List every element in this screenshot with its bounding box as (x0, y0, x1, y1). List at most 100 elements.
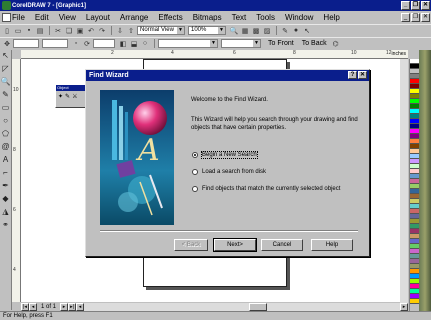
scroll-left-button[interactable]: ◂ (76, 303, 85, 311)
script-icon[interactable]: ✎ (280, 26, 290, 35)
print-icon[interactable]: ▤ (35, 26, 45, 35)
scroll-right-button[interactable]: ▸ (400, 303, 408, 311)
position-x-field[interactable] (13, 39, 39, 48)
blend-tool-icon[interactable]: ⚭ (0, 219, 11, 230)
lock-ratio-icon[interactable]: ▫ (71, 39, 81, 48)
help-button[interactable]: Help (311, 239, 353, 251)
vertical-scrollbar[interactable] (400, 59, 408, 303)
eyedropper-tool-icon[interactable]: ⌐ (0, 167, 11, 178)
floating-toolbar[interactable]: Object ✦ ✎ ⚔ (55, 84, 86, 108)
mirror-v-icon[interactable]: ⬓ (129, 39, 139, 48)
outline-width-select[interactable]: ▼ (158, 39, 218, 48)
shape-tool-icon[interactable]: ◸ (0, 63, 11, 74)
mirror-h-icon[interactable]: ◧ (118, 39, 128, 48)
size-field[interactable] (42, 39, 68, 48)
menu-help[interactable]: Help (323, 13, 339, 22)
spiral-tool-icon[interactable]: @ (0, 141, 11, 152)
radio-new-search[interactable] (192, 152, 198, 158)
back-button[interactable]: < Back (174, 239, 208, 251)
export-icon[interactable]: ⇧ (126, 26, 136, 35)
option-new-search[interactable]: Begin a New Search (192, 151, 258, 159)
zoom-select[interactable]: 100% ▼ (188, 26, 226, 35)
doc-close-button[interactable]: ✕ (421, 13, 430, 22)
option-match-selected[interactable]: Find objects that match the currently se… (192, 186, 340, 192)
close-button[interactable]: ✕ (421, 1, 430, 10)
view-mode-select[interactable]: Normal View ▼ (137, 26, 185, 35)
pick-tool-icon[interactable]: ↖ (0, 50, 11, 61)
polygon-tool-icon[interactable]: ⬠ (0, 128, 11, 139)
undo-icon[interactable]: ↶ (86, 26, 96, 35)
scroll-thumb[interactable] (249, 303, 268, 311)
new-file-icon[interactable]: ▯ (2, 26, 12, 35)
menu-text[interactable]: Text (232, 13, 247, 22)
color-swatch[interactable] (410, 299, 419, 304)
next-page-button[interactable]: ▸ (60, 303, 69, 311)
node-edit-icon[interactable]: ✦ (58, 93, 63, 100)
pen-icon[interactable]: ✎ (65, 93, 70, 100)
wireframe-icon[interactable]: ▦ (240, 26, 250, 35)
snap-icon[interactable]: ▩ (251, 26, 261, 35)
chevron-down-icon[interactable]: ▼ (253, 40, 260, 47)
help-context-icon[interactable]: ↖ (302, 26, 312, 35)
last-page-button[interactable]: ▸| (68, 303, 77, 311)
document-icon[interactable] (2, 13, 11, 22)
zoom-icon[interactable]: 🔍 (229, 26, 239, 35)
rotate-icon[interactable]: ⟳ (82, 39, 92, 48)
freehand-tool-icon[interactable]: ✎ (0, 89, 11, 100)
menu-tools[interactable]: Tools (256, 13, 275, 22)
menu-window[interactable]: Window (285, 13, 313, 22)
prev-page-button[interactable]: ◂ (29, 303, 37, 311)
dialog-help-button[interactable]: ? (348, 71, 357, 79)
position-icon[interactable]: ✥ (2, 39, 12, 48)
options-icon[interactable]: ▨ (262, 26, 272, 35)
dialog-close-button[interactable]: ✕ (358, 71, 367, 79)
outline-icon[interactable]: ○ (140, 39, 150, 48)
horizontal-scrollbar[interactable] (84, 303, 400, 311)
rotation-field[interactable] (93, 39, 115, 48)
redo-icon[interactable]: ↷ (97, 26, 107, 35)
color-palette[interactable] (409, 59, 419, 311)
save-icon[interactable]: ▪ (24, 26, 34, 35)
option-load-search[interactable]: Load a search from disk (192, 169, 266, 175)
knife-icon[interactable]: ⚔ (72, 93, 77, 100)
next-button[interactable]: Next> (214, 239, 256, 251)
cut-icon[interactable]: ✂ (53, 26, 63, 35)
menu-bitmaps[interactable]: Bitmaps (193, 13, 222, 22)
menu-file[interactable]: File (12, 13, 25, 22)
ellipse-tool-icon[interactable]: ○ (0, 115, 11, 126)
text-tool-icon[interactable]: A (0, 154, 11, 165)
doc-minimize-button[interactable]: _ (401, 13, 410, 22)
doc-restore-button[interactable]: ❐ (411, 13, 420, 22)
convert-to-curves-icon[interactable]: ⌬ (331, 39, 341, 48)
outline-style-select[interactable]: ▼ (221, 39, 261, 48)
minimize-button[interactable]: _ (401, 1, 410, 10)
menu-layout[interactable]: Layout (86, 13, 110, 22)
coreldraw-app-icon[interactable] (2, 1, 11, 10)
cancel-button[interactable]: Cancel (261, 239, 303, 251)
rectangle-tool-icon[interactable]: ▭ (0, 102, 11, 113)
app-launcher-icon[interactable]: ● (291, 26, 301, 35)
fill-tool-icon[interactable]: ◆ (0, 193, 11, 204)
first-page-button[interactable]: |◂ (21, 303, 29, 311)
menu-effects[interactable]: Effects (158, 13, 182, 22)
radio-load-search[interactable] (192, 169, 198, 175)
horizontal-ruler[interactable]: 2 4 6 8 10 12 inches (21, 50, 408, 59)
paste-icon[interactable]: ▣ (75, 26, 85, 35)
menu-view[interactable]: View (59, 13, 76, 22)
zoom-tool-icon[interactable]: 🔍 (0, 76, 11, 87)
radio-match-selected[interactable] (192, 186, 198, 192)
menu-arrange[interactable]: Arrange (120, 13, 148, 22)
chevron-down-icon[interactable]: ▼ (177, 27, 184, 34)
maximize-button[interactable]: ❐ (411, 1, 420, 10)
open-folder-icon[interactable]: ▭ (13, 26, 23, 35)
import-icon[interactable]: ⇩ (115, 26, 125, 35)
chevron-down-icon[interactable]: ▼ (210, 40, 217, 47)
outline-tool-icon[interactable]: ✒ (0, 180, 11, 191)
to-back-button[interactable]: To Back (302, 40, 327, 47)
chevron-down-icon[interactable]: ▼ (218, 27, 225, 34)
vertical-ruler[interactable]: 10 8 6 4 (12, 59, 21, 302)
to-front-button[interactable]: To Front (268, 40, 294, 47)
copy-icon[interactable]: ❏ (64, 26, 74, 35)
interactive-fill-icon[interactable]: ◮ (0, 206, 11, 217)
menu-edit[interactable]: Edit (35, 13, 49, 22)
